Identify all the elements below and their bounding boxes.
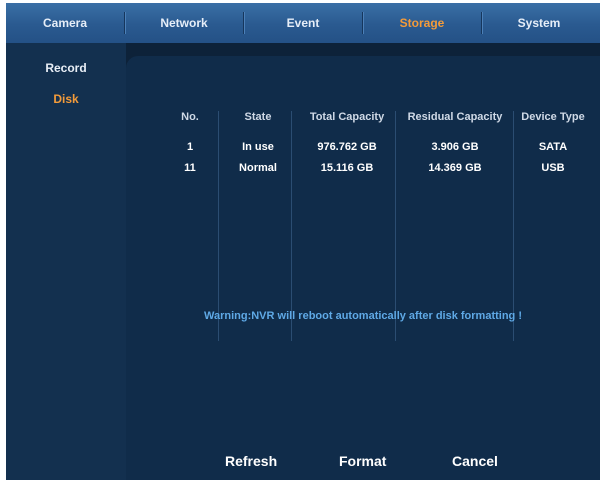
refresh-button[interactable]: Refresh — [225, 453, 277, 469]
sidebar: Record Disk — [6, 43, 126, 480]
table-cell: USB — [541, 162, 565, 174]
tab-storage[interactable]: Storage — [363, 3, 481, 43]
column-divider — [218, 111, 219, 341]
column-residual-capacity: Residual Capacity 3.906 GB 14.369 GB — [400, 111, 510, 341]
format-warning-text: Warning:NVR will reboot automatically af… — [203, 310, 522, 322]
tab-system[interactable]: System — [482, 3, 596, 43]
column-header-device-type: Device Type — [521, 111, 585, 123]
top-tab-bar: Camera Network Event Storage System — [6, 3, 600, 43]
column-header-residual-capacity: Residual Capacity — [407, 111, 503, 123]
tab-network[interactable]: Network — [125, 3, 243, 43]
column-header-no: No. — [181, 111, 199, 123]
sidebar-item-record[interactable]: Record — [6, 61, 126, 75]
tab-camera[interactable]: Camera — [6, 3, 124, 43]
cancel-button[interactable]: Cancel — [452, 453, 498, 469]
table-cell: 1 — [186, 141, 194, 153]
tab-event[interactable]: Event — [244, 3, 362, 43]
table-cell: 15.116 GB — [320, 162, 374, 174]
column-state: State In use Normal — [222, 111, 294, 341]
column-divider — [291, 111, 292, 341]
disk-table: No. 1 11 State In use Normal Total Capac… — [166, 111, 600, 341]
format-button[interactable]: Format — [339, 453, 386, 469]
column-divider — [395, 111, 396, 341]
column-header-total-capacity: Total Capacity — [309, 111, 385, 123]
column-device-type: Device Type SATA USB — [516, 111, 590, 341]
sidebar-item-disk[interactable]: Disk — [6, 92, 126, 106]
table-cell: 976.762 GB — [317, 141, 377, 153]
table-cell: In use — [242, 141, 274, 153]
table-cell: 11 — [184, 162, 196, 174]
table-cell: 3.906 GB — [431, 141, 479, 153]
table-cell: SATA — [538, 141, 568, 153]
column-header-state: State — [244, 111, 272, 123]
column-total-capacity: Total Capacity 976.762 GB 15.116 GB — [298, 111, 396, 341]
column-no: No. 1 11 — [166, 111, 214, 341]
column-divider — [513, 111, 514, 341]
nvr-settings-window: Camera Network Event Storage System Reco… — [6, 3, 600, 480]
disk-panel: No. 1 11 State In use Normal Total Capac… — [126, 56, 600, 480]
table-cell: Normal — [239, 162, 277, 174]
table-cell: 14.369 GB — [428, 162, 482, 174]
